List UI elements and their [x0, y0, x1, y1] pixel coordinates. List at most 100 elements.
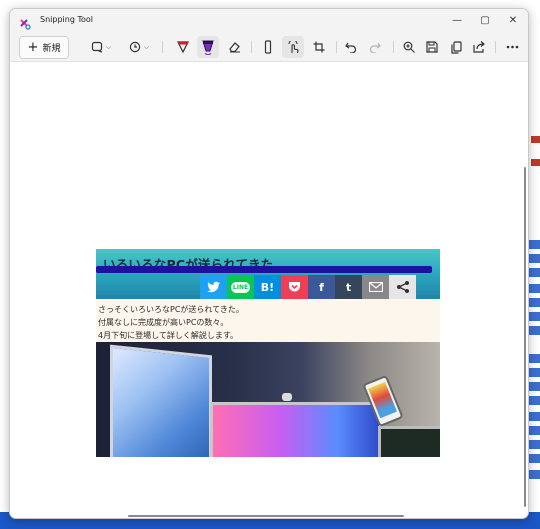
copy-icon: [450, 40, 462, 54]
redo-button[interactable]: [364, 36, 386, 58]
snip-canvas[interactable]: いろいろなPCが送られてきた LINE B! f t さっそくいろいろなPCが送られて…: [10, 62, 528, 518]
hatena-label: B!: [260, 280, 275, 294]
background-link: [529, 382, 540, 391]
monitor-image: [110, 344, 212, 457]
eraser-icon: [228, 42, 240, 53]
share-line-button[interactable]: LINE: [227, 275, 254, 299]
copy-button[interactable]: [445, 36, 467, 58]
toolbar-divider: [336, 41, 337, 53]
share-button[interactable]: [468, 36, 490, 58]
chevron-down-icon: ⌵: [143, 42, 150, 51]
tumblr-label: t: [345, 280, 352, 294]
pocket-icon: [289, 282, 300, 292]
ruler-button[interactable]: [258, 36, 278, 58]
background-link: [529, 426, 540, 435]
crop-button[interactable]: [308, 36, 330, 58]
timer-button[interactable]: ⌵: [123, 36, 155, 58]
toolbar: + 新規 ⌵ ⌵: [10, 33, 528, 62]
article-body: さっそくいろいろなPCが送られてきた。 付属なしに完成度が高いPCの数々。 4月…: [98, 303, 244, 342]
toolbar-divider: [251, 41, 252, 53]
background-link: [529, 268, 540, 277]
ruler-icon: [264, 40, 272, 54]
timer-icon: [129, 41, 141, 53]
snipping-tool-app-icon: [19, 15, 31, 30]
article-line: 4月下旬に登場して詳しく解説します。: [98, 331, 239, 340]
horizontal-scrollbar[interactable]: [128, 515, 404, 517]
background-text: [531, 159, 540, 166]
ballpoint-pen-icon: [177, 41, 189, 54]
webcam-image: [282, 393, 292, 401]
save-icon: [426, 41, 438, 53]
background-link: [529, 454, 540, 463]
captured-image[interactable]: いろいろなPCが送られてきた LINE B! f t さっそくいろいろなPCが送られて…: [96, 249, 440, 457]
background-link: [529, 312, 540, 321]
touch-writing-icon: [288, 40, 299, 53]
mail-icon: [368, 282, 383, 292]
article-line: さっそくいろいろなPCが送られてきた。: [98, 305, 244, 314]
minimize-button[interactable]: —: [443, 9, 471, 31]
close-button[interactable]: ✕: [499, 9, 527, 31]
article-line: 付属なしに完成度が高いPCの数々。: [98, 318, 229, 327]
more-options-button[interactable]: [501, 36, 523, 58]
share-icon: [396, 281, 409, 293]
social-share-bar: LINE B! f t: [200, 275, 416, 299]
save-button[interactable]: [421, 36, 443, 58]
background-link: [529, 326, 540, 335]
share-tumblr-button[interactable]: t: [335, 275, 362, 299]
zoom-in-button[interactable]: [398, 36, 420, 58]
background-text: [531, 136, 540, 143]
background-link: [529, 254, 540, 263]
share-mail-button[interactable]: [362, 275, 389, 299]
share-pocket-button[interactable]: [281, 275, 308, 299]
toolbar-divider: [495, 41, 496, 53]
background-link: [529, 298, 540, 307]
article-banner: いろいろなPCが送られてきた LINE B! f t: [96, 249, 440, 299]
background-link: [529, 396, 540, 405]
line-label: LINE: [230, 281, 251, 293]
touch-writing-button[interactable]: [282, 36, 304, 58]
background-link: [529, 412, 540, 421]
share-share-button[interactable]: [389, 275, 416, 299]
snip-mode-button[interactable]: ⌵: [85, 36, 117, 58]
undo-icon: [345, 42, 357, 53]
share-facebook-button[interactable]: f: [308, 275, 335, 299]
share-icon: [473, 41, 485, 53]
maximize-button[interactable]: ▢: [471, 9, 499, 31]
maximize-icon: ▢: [480, 14, 490, 26]
toolbar-divider: [393, 41, 394, 53]
new-snip-button[interactable]: + 新規: [19, 36, 69, 59]
share-twitter-button[interactable]: [200, 275, 227, 299]
minimize-icon: —: [452, 14, 462, 26]
background-link: [529, 240, 540, 249]
monitor-image: [210, 402, 382, 457]
snipping-tool-window: Snipping Tool — ▢ ✕ + 新規 ⌵ ⌵ いろいろなPCが送られ…: [9, 8, 529, 519]
background-link: [529, 470, 540, 479]
more-icon: [506, 45, 518, 49]
redo-icon: [369, 42, 381, 53]
title-bar[interactable]: Snipping Tool — ▢ ✕: [10, 9, 528, 33]
pc-lineup-photo: [96, 342, 440, 457]
toolbar-divider: [162, 41, 163, 53]
background-link: [529, 368, 540, 377]
highlighter-button[interactable]: [197, 36, 219, 58]
chevron-down-icon: ⌵: [105, 42, 112, 51]
snip-mode-icon: [91, 41, 103, 53]
vertical-scrollbar[interactable]: [524, 167, 526, 507]
monitor-image: [378, 426, 440, 457]
share-hatena-button[interactable]: B!: [254, 275, 281, 299]
eraser-button[interactable]: [223, 36, 245, 58]
twitter-icon: [206, 281, 220, 293]
background-link: [529, 284, 540, 293]
background-link: [529, 440, 540, 449]
pen-annotation-stroke: [96, 266, 432, 273]
new-snip-label: 新規: [42, 44, 61, 54]
ballpoint-pen-button[interactable]: [173, 36, 193, 58]
window-title: Snipping Tool: [40, 15, 93, 24]
highlighter-icon: [202, 40, 214, 55]
crop-icon: [313, 41, 325, 53]
undo-button[interactable]: [340, 36, 362, 58]
zoom-in-icon: [403, 41, 415, 53]
close-icon: ✕: [508, 14, 518, 26]
facebook-label: f: [319, 280, 324, 294]
background-link: [529, 354, 540, 363]
